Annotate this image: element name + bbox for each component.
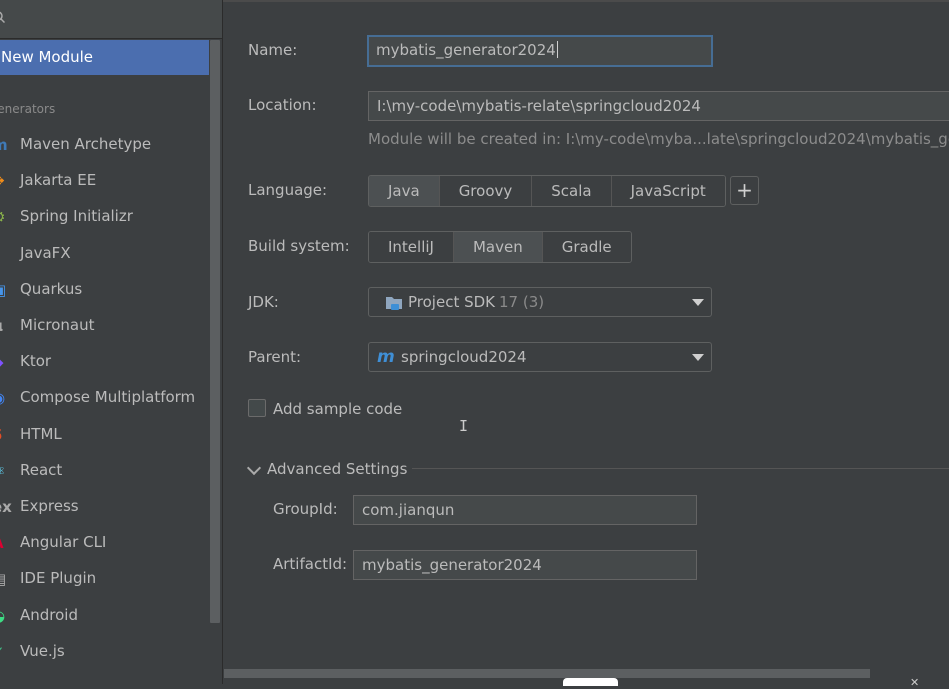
- name-input-value: mybatis_generator2024: [376, 41, 556, 59]
- module-location-hint: Module will be created in: I:\my-code\my…: [368, 130, 949, 148]
- language-option-javascript[interactable]: JavaScript: [611, 176, 725, 206]
- jdk-value: Project SDK: [408, 293, 495, 311]
- groupid-label: GroupId:: [273, 500, 338, 518]
- sidebar-item-label: Ktor: [20, 352, 52, 371]
- sidebar-item-label: IDE Plugin: [20, 569, 97, 588]
- vue-icon: ✓: [0, 644, 8, 660]
- plugin-icon: ▤: [0, 571, 8, 587]
- sidebar-item-javafx[interactable]: ▸ JavaFX: [0, 238, 209, 268]
- sidebar-item-spring-initializr[interactable]: ⚙ Spring Initializr: [0, 201, 209, 231]
- sidebar-item-label: Android: [20, 605, 78, 624]
- location-input[interactable]: I:\my-code\mybatis-relate\springcloud202…: [368, 91, 949, 121]
- parent-label: Parent:: [248, 348, 302, 366]
- sidebar-item-new-module[interactable]: New Module: [0, 40, 209, 75]
- express-icon: ex: [0, 498, 12, 516]
- sidebar-item-label: JavaFX: [20, 243, 71, 262]
- build-option-gradle[interactable]: Gradle: [542, 232, 631, 262]
- sidebar-item-angular-cli[interactable]: A Angular CLI: [0, 527, 209, 557]
- language-option-scala[interactable]: Scala: [532, 176, 612, 206]
- sidebar-item-label: Jakarta EE: [20, 171, 97, 190]
- sidebar-item-label: Angular CLI: [20, 533, 107, 552]
- chevron-down-icon: [692, 354, 704, 361]
- generators-sidebar: New Module Generators m Maven Archetype ❖ J…: [0, 0, 223, 684]
- chevron-down-icon[interactable]: [246, 460, 262, 476]
- sidebar-search[interactable]: [0, 0, 222, 39]
- parent-dropdown[interactable]: m springcloud2024: [368, 342, 712, 372]
- sidebar-item-label: Quarkus: [20, 279, 83, 298]
- search-icon: [0, 11, 5, 23]
- sidebar-item-ktor[interactable]: ◆ Ktor: [0, 346, 209, 376]
- language-label: Language:: [248, 181, 328, 199]
- build-option-maven[interactable]: Maven: [453, 232, 543, 262]
- build-system-selector[interactable]: IntelliJ Maven Gradle: [368, 231, 632, 263]
- sidebar-item-label: React: [20, 460, 63, 479]
- sidebar-item-quarkus[interactable]: ▣ Quarkus: [0, 274, 209, 304]
- sidebar-item-label: Micronaut: [20, 316, 95, 334]
- jdk-version: 17 (3): [499, 293, 545, 311]
- folder-icon: [386, 297, 402, 310]
- sample-code-checkbox[interactable]: [248, 399, 266, 417]
- parent-value: springcloud2024: [401, 348, 527, 366]
- horizontal-scrollbar[interactable]: [224, 669, 870, 678]
- quarkus-icon: ▣: [0, 282, 8, 298]
- html-icon: 5: [0, 427, 8, 443]
- section-divider: [412, 468, 949, 469]
- sidebar-item-label: HTML: [20, 424, 62, 443]
- maven-icon: m: [377, 347, 395, 367]
- sidebar-item-label: Compose Multiplatform: [20, 388, 196, 407]
- location-label: Location:: [248, 96, 317, 114]
- sidebar-item-label: Spring Initializr: [20, 207, 133, 226]
- react-icon: ⚛: [0, 463, 8, 479]
- mouse-cursor: I: [459, 417, 469, 435]
- name-input[interactable]: mybatis_generator2024: [367, 35, 713, 67]
- top-divider: [222, 0, 949, 2]
- mascot-image: [563, 678, 618, 686]
- jdk-dropdown[interactable]: Project SDK 17 (3): [368, 287, 712, 317]
- ktor-icon: ◆: [0, 354, 8, 370]
- sidebar-item-jakarta-ee[interactable]: ❖ Jakarta EE: [0, 165, 209, 195]
- sample-code-label[interactable]: Add sample code: [273, 400, 402, 418]
- groupid-input[interactable]: com.jianqun: [353, 495, 697, 525]
- artifactid-label: ArtifactId:: [273, 555, 348, 573]
- jdk-label: JDK:: [248, 293, 279, 311]
- sidebar-item-react[interactable]: ⚛ React: [0, 455, 209, 485]
- language-option-java[interactable]: Java: [369, 176, 440, 206]
- javafx-icon: ▸: [0, 246, 8, 262]
- build-system-label: Build system:: [248, 237, 350, 255]
- sidebar-item-label: Express: [20, 497, 79, 515]
- advanced-settings-toggle[interactable]: Advanced Settings: [267, 460, 407, 478]
- sidebar-scrollbar[interactable]: [210, 40, 220, 623]
- compose-icon: ◉: [0, 390, 8, 406]
- sidebar-item-maven-archetype[interactable]: m Maven Archetype: [0, 129, 209, 159]
- sidebar-item-label: Vue.js: [20, 641, 65, 660]
- sidebar-item-compose-multiplatform[interactable]: ◉ Compose Multiplatform: [0, 382, 209, 412]
- sidebar-item-express[interactable]: ex Express: [0, 491, 209, 521]
- chevron-down-icon: [692, 299, 704, 306]
- sidebar-item-vue-js[interactable]: ✓ Vue.js: [0, 636, 209, 666]
- micronaut-icon: μ: [0, 318, 8, 334]
- build-option-intellij[interactable]: IntelliJ: [369, 232, 454, 262]
- maven-icon: m: [0, 137, 8, 153]
- android-icon: ◒: [0, 608, 8, 624]
- artifactid-input[interactable]: mybatis_generator2024: [353, 550, 697, 580]
- close-icon[interactable]: ✕: [910, 676, 919, 689]
- angular-icon: A: [0, 535, 8, 551]
- sidebar-item-micronaut[interactable]: μ Micronaut: [0, 310, 209, 340]
- spring-icon: ⚙: [0, 209, 8, 225]
- name-label: Name:: [248, 41, 298, 59]
- jakarta-icon: ❖: [0, 173, 8, 189]
- language-option-groovy[interactable]: Groovy: [439, 176, 533, 206]
- sidebar-item-ide-plugin[interactable]: ▤ IDE Plugin: [0, 563, 209, 593]
- sidebar-item-html[interactable]: 5 HTML: [0, 419, 209, 449]
- language-selector[interactable]: Java Groovy Scala JavaScript: [368, 175, 726, 207]
- sidebar-section-generators: Generators: [0, 102, 56, 116]
- sidebar-item-label: Maven Archetype: [20, 135, 152, 153]
- add-language-button[interactable]: +: [730, 176, 759, 205]
- sidebar-item-android[interactable]: ◒ Android: [0, 600, 209, 630]
- text-caret: [556, 41, 558, 58]
